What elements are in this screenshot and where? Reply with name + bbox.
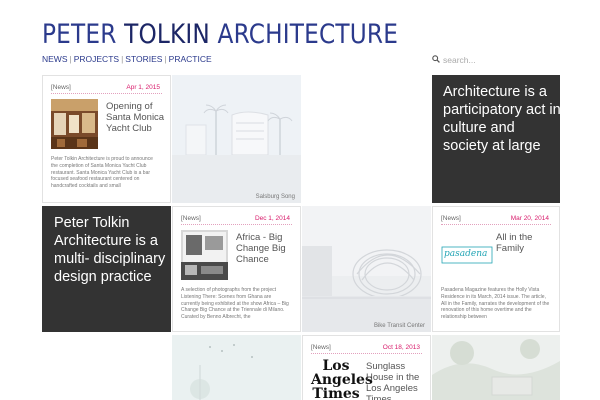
- nav-separator: |: [121, 54, 124, 64]
- card-title[interactable]: All in the Family: [496, 232, 556, 254]
- card-date: Oct 18, 2013: [382, 344, 420, 351]
- card-title[interactable]: Sunglass House in the Los Angeles Times: [366, 361, 426, 400]
- project-photo-park[interactable]: [172, 335, 301, 400]
- news-card-all-in-family[interactable]: [News] Mar 20, 2014 pasadena All in the …: [432, 206, 560, 332]
- nav-separator: |: [164, 54, 167, 64]
- card-excerpt: A selection of photographs from the proj…: [181, 287, 289, 321]
- empty-tile: [302, 75, 431, 203]
- logo-word-architecture: ARCHITECTURE: [217, 19, 399, 50]
- card-divider: [311, 353, 422, 354]
- search-input[interactable]: [443, 53, 553, 66]
- card-thumbnail[interactable]: [181, 230, 228, 280]
- news-card-yacht-club[interactable]: [News] Apr 1, 2015 Opening of Santa Moni…: [42, 75, 171, 203]
- hillside-photo: [432, 335, 560, 400]
- card-date: Mar 20, 2014: [510, 215, 549, 222]
- project-photo-bike-transit[interactable]: Bike Transit Center: [302, 206, 431, 332]
- logo-text: Los Angeles Times: [311, 358, 373, 400]
- statement-tile-practice: Peter Tolkin Architecture is a multi- di…: [42, 206, 171, 332]
- card-date: Dec 1, 2014: [254, 215, 290, 222]
- search-box: [432, 53, 560, 66]
- project-photo-hillside[interactable]: [432, 335, 560, 400]
- card-title[interactable]: Africa - Big Change Big Chance: [236, 232, 296, 265]
- bike-transit-photo: [302, 206, 431, 332]
- nav-item-news[interactable]: NEWS: [42, 54, 68, 64]
- card-thumbnail[interactable]: [51, 99, 98, 149]
- card-date: Apr 1, 2015: [126, 84, 160, 91]
- card-tag[interactable]: [News]: [311, 344, 331, 351]
- card-divider: [51, 93, 162, 94]
- card-tag[interactable]: [News]: [441, 215, 461, 222]
- building-photo: [172, 75, 301, 203]
- main-nav: NEWS | PROJECTS | STORIES | PRACTICE: [42, 54, 212, 64]
- nav-item-practice[interactable]: PRACTICE: [169, 54, 212, 64]
- project-photo-salsburg[interactable]: Salsburg Song: [172, 75, 301, 203]
- nav-item-projects[interactable]: PROJECTS: [74, 54, 119, 64]
- statement-text: Peter Tolkin Architecture is a multi- di…: [54, 215, 166, 285]
- card-divider: [181, 224, 292, 225]
- la-times-logo[interactable]: Los Angeles Times: [311, 358, 373, 400]
- park-photo: [172, 335, 301, 400]
- card-excerpt: Pasadena Magazine features the Holly Vis…: [441, 287, 550, 321]
- nav-item-stories[interactable]: STORIES: [125, 54, 162, 64]
- photo-caption: Salsburg Song: [255, 194, 295, 200]
- pasadena-magazine-logo[interactable]: pasadena: [441, 230, 493, 280]
- card-title[interactable]: Opening of Santa Monica Yacht Club: [106, 101, 166, 134]
- site-logo[interactable]: PETER TOLKIN ARCHITECTURE: [42, 20, 398, 50]
- nav-separator: |: [69, 54, 72, 64]
- card-tag[interactable]: [News]: [51, 84, 71, 91]
- statement-text: Architecture is a participatory act in c…: [443, 84, 560, 154]
- logo-text: pasadena: [444, 249, 488, 259]
- search-icon[interactable]: [432, 55, 440, 63]
- statement-tile-participatory: Architecture is a participatory act in c…: [432, 75, 560, 203]
- card-divider: [441, 224, 551, 225]
- news-card-africa[interactable]: [News] Dec 1, 2014 Africa - Big Change B…: [172, 206, 301, 332]
- news-card-sunglass-house[interactable]: [News] Oct 18, 2013 Los Angeles Times Su…: [302, 335, 431, 400]
- photo-caption: Bike Transit Center: [373, 323, 425, 329]
- card-tag[interactable]: [News]: [181, 215, 201, 222]
- card-excerpt: Peter Tolkin Architecture is proud to an…: [51, 156, 153, 190]
- logo-word-tolkin: TOLKIN: [124, 19, 210, 50]
- logo-word-peter: PETER: [42, 19, 117, 50]
